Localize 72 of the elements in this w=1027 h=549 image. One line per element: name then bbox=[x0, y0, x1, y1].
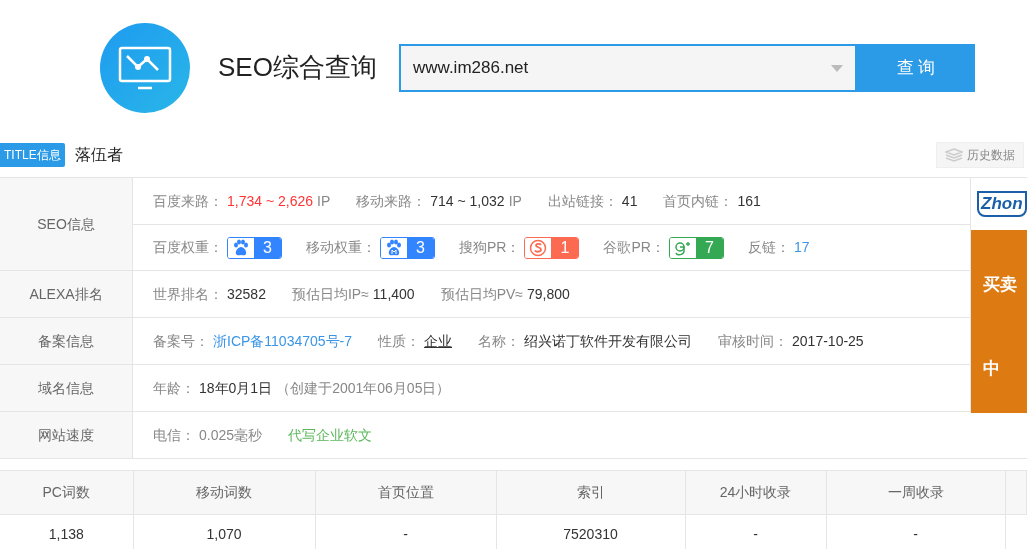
column-header: PC词数 bbox=[0, 470, 133, 515]
table-cell: 7520310 bbox=[496, 514, 685, 549]
row-label: 域名信息 bbox=[0, 365, 133, 411]
field-label: 百度权重： bbox=[153, 238, 223, 257]
field-label: 审核时间： bbox=[718, 331, 789, 351]
field-label: 预估日均IP≈ bbox=[291, 284, 369, 304]
field-value: 32582 bbox=[227, 284, 266, 304]
site-title: 落伍者 bbox=[74, 145, 123, 165]
field-label: 世界排名： bbox=[153, 284, 223, 304]
history-data-button[interactable]: 历史数据 bbox=[936, 142, 1024, 168]
field-unit: （创建于2001年06月05日） bbox=[276, 378, 451, 398]
field-value: 161 bbox=[737, 191, 761, 211]
table-cell: 1,138 bbox=[0, 514, 133, 549]
field-label: 反链： bbox=[747, 238, 790, 257]
field-link[interactable]: 浙ICP备11034705号-7 bbox=[213, 330, 353, 352]
field-link[interactable]: 17 bbox=[793, 237, 810, 258]
ad-text: 买卖 bbox=[983, 274, 1018, 296]
paw-icon bbox=[232, 239, 250, 256]
field-value: 41 bbox=[621, 191, 638, 211]
column-header: 一周收录 bbox=[826, 470, 1005, 515]
search-field[interactable]: www.im286.net bbox=[399, 43, 857, 92]
field-unit: IP bbox=[317, 191, 331, 211]
ad-logo: Zhon bbox=[977, 191, 1027, 217]
field-label: 谷歌PR： bbox=[603, 238, 665, 257]
field-label: 备案号： bbox=[153, 331, 209, 351]
field-value: 79,800 bbox=[527, 284, 570, 304]
row-label: 备案信息 bbox=[0, 318, 133, 364]
column-header: 索引 bbox=[496, 470, 685, 515]
field-label: 百度来路： bbox=[153, 191, 223, 211]
monitor-chart-icon bbox=[100, 22, 190, 113]
paw-icon bbox=[385, 239, 403, 256]
field-label: 移动来路： bbox=[356, 191, 427, 211]
rank-badge: 1 bbox=[524, 236, 580, 259]
ad-text: 中 bbox=[983, 357, 1001, 380]
field-label: 预估日均PV≈ bbox=[440, 284, 523, 304]
column-header: 24小时收录 bbox=[685, 470, 826, 515]
field-link[interactable]: 企业 bbox=[424, 330, 453, 352]
field-value: 11,400 bbox=[372, 284, 415, 304]
field-unit: IP bbox=[508, 191, 522, 211]
dropdown-caret-icon[interactable] bbox=[831, 64, 843, 72]
field-value: 0.025毫秒 bbox=[199, 425, 263, 445]
field-label: 电信： bbox=[153, 425, 195, 445]
sogou-icon bbox=[529, 238, 548, 257]
column-header: 移动词数 bbox=[133, 470, 315, 515]
rank-badge: 3 bbox=[227, 236, 282, 259]
row-label: SEO信息 bbox=[0, 178, 133, 270]
field-label: 首页内链： bbox=[663, 191, 734, 211]
field-value: 2017-10-25 bbox=[792, 331, 864, 351]
column-header: 首页位置 bbox=[315, 470, 496, 515]
row-label: ALEXA排名 bbox=[0, 271, 133, 317]
table-cell: 1,070 bbox=[133, 514, 315, 549]
field-label: 名称： bbox=[478, 331, 521, 351]
query-button[interactable]: 查 询 bbox=[857, 43, 975, 92]
rank-badge: 7 bbox=[668, 236, 724, 259]
table-cell: - bbox=[315, 514, 496, 549]
title-badge: TITLE信息 bbox=[0, 143, 65, 167]
field-label: 出站链接： bbox=[547, 191, 618, 211]
page-title: SEO综合查询 bbox=[218, 51, 378, 84]
field-label: 性质： bbox=[378, 331, 421, 351]
stack-icon bbox=[945, 148, 963, 162]
field-value: 714 ~ 1,032 bbox=[430, 191, 505, 211]
rank-badge: 3 bbox=[380, 236, 435, 259]
field-label: 移动权重： bbox=[306, 238, 376, 257]
promo-link[interactable]: 代写企业软文 bbox=[288, 424, 373, 446]
field-value: 18年0月1日 bbox=[199, 378, 273, 398]
field-value: 1,734 ~ 2,626 bbox=[227, 191, 314, 211]
field-label: 搜狗PR： bbox=[459, 238, 521, 257]
field-label: 年龄： bbox=[153, 378, 195, 398]
field-value: 绍兴诺丁软件开发有限公司 bbox=[524, 331, 693, 351]
table-cell: - bbox=[826, 514, 1005, 549]
table-cell: - bbox=[685, 514, 826, 549]
row-label: 网站速度 bbox=[0, 412, 133, 458]
